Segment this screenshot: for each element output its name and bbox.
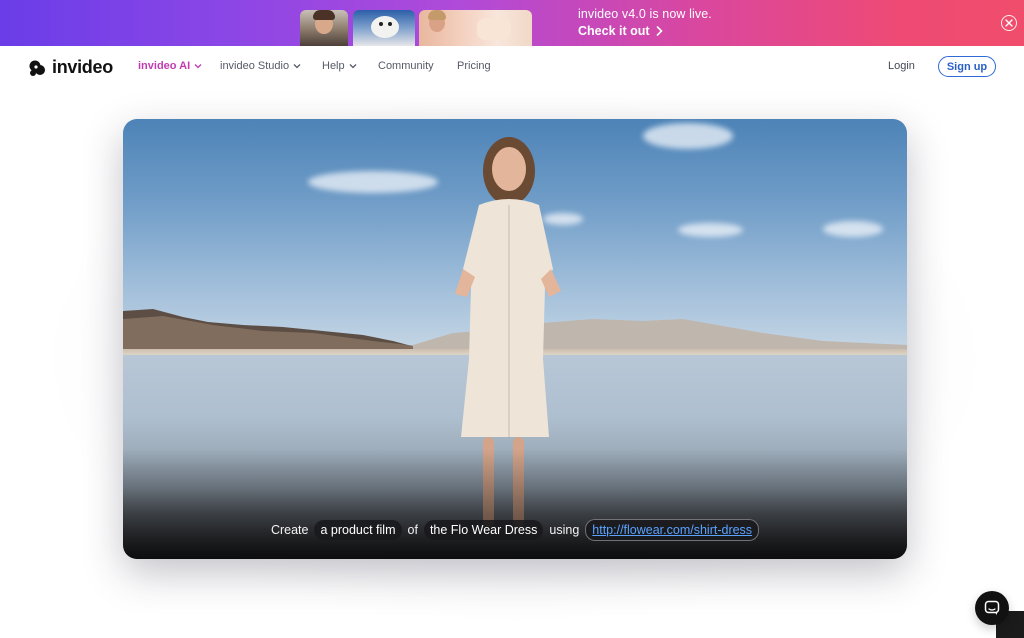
banner-cta-label: Check it out xyxy=(578,24,650,38)
login-link[interactable]: Login xyxy=(888,60,915,72)
nav-item-invideo-ai[interactable]: invideo AI xyxy=(138,60,202,72)
hero-bottom-shade xyxy=(123,449,907,559)
prompt-chip-subject: the Flo Wear Dress xyxy=(423,520,544,540)
nav-item-help[interactable]: Help xyxy=(322,60,357,72)
banner-thumbnail-cat xyxy=(353,10,415,46)
chat-launcher-button[interactable] xyxy=(975,591,1009,625)
nav-item-label: Community xyxy=(378,60,434,72)
banner-close-button[interactable] xyxy=(1001,15,1017,31)
nav-item-community[interactable]: Community xyxy=(378,60,434,72)
signup-button[interactable]: Sign up xyxy=(938,56,996,77)
prompt-word-of: of xyxy=(407,523,418,537)
top-navigation: invideo invideo AI invideo Studio Help C… xyxy=(0,46,1024,88)
chevron-down-icon xyxy=(349,64,357,69)
nav-item-label: Pricing xyxy=(457,60,491,72)
chevron-down-icon xyxy=(293,64,301,69)
nav-item-label: invideo AI xyxy=(138,60,191,72)
nav-item-label: Help xyxy=(322,60,345,72)
nav-item-label: invideo Studio xyxy=(220,60,290,72)
banner-check-it-out-link[interactable]: Check it out xyxy=(578,24,663,38)
prompt-chip-video-type: a product film xyxy=(314,520,402,540)
nav-item-pricing[interactable]: Pricing xyxy=(457,60,491,72)
hero-video[interactable]: Create a product film of the Flo Wear Dr… xyxy=(123,119,907,559)
prompt-word-using: using xyxy=(549,523,580,537)
signup-label: Sign up xyxy=(946,60,988,73)
prompt-word-create: Create xyxy=(270,523,309,537)
chevron-down-icon xyxy=(194,64,202,69)
hero-prompt: Create a product film of the Flo Wear Dr… xyxy=(123,519,907,541)
banner-thumbnail-person xyxy=(300,10,348,46)
logo-wordmark: invideo xyxy=(52,57,113,77)
prompt-chip-url[interactable]: http://flowear.com/shirt-dress xyxy=(585,519,760,541)
chevron-right-icon xyxy=(656,26,663,36)
announcement-banner: invideo v4.0 is now live. Check it out xyxy=(0,0,1024,46)
invideo-logo-icon xyxy=(29,60,45,76)
banner-announcement: invideo v4.0 is now live. xyxy=(578,7,712,21)
banner-thumbnail-product xyxy=(419,10,532,46)
chat-icon xyxy=(984,600,1000,615)
nav-item-invideo-studio[interactable]: invideo Studio xyxy=(220,60,301,72)
close-icon xyxy=(1005,19,1013,27)
invideo-logo[interactable]: invideo xyxy=(28,57,113,78)
